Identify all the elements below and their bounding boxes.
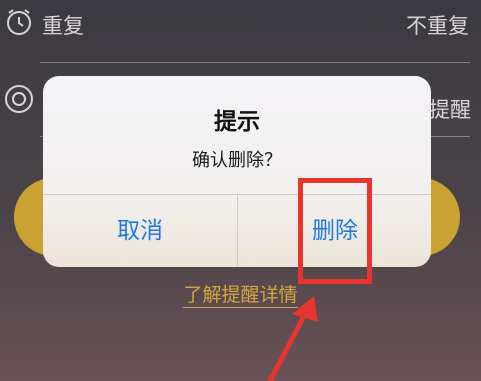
row-divider [40, 62, 470, 63]
repeat-label: 重复 [42, 14, 84, 38]
alarm-clock-icon [7, 9, 31, 35]
dialog-title: 提示 [214, 109, 260, 135]
detail-link-container: 了解提醒详情 [0, 280, 481, 308]
reminder-value: 提醒 [429, 98, 471, 122]
highlight-box [298, 178, 372, 284]
confirm-dialog: 提示 确认删除？ 取消 删除 [43, 76, 431, 267]
reminder-details-link[interactable]: 了解提醒详情 [183, 284, 298, 308]
cancel-button[interactable]: 取消 [43, 195, 237, 267]
ring-icon [5, 85, 33, 113]
repeat-value: 不重复 [406, 14, 469, 38]
dialog-message: 确认删除？ [192, 150, 282, 171]
repeat-row[interactable]: 重复 不重复 [0, 0, 481, 58]
